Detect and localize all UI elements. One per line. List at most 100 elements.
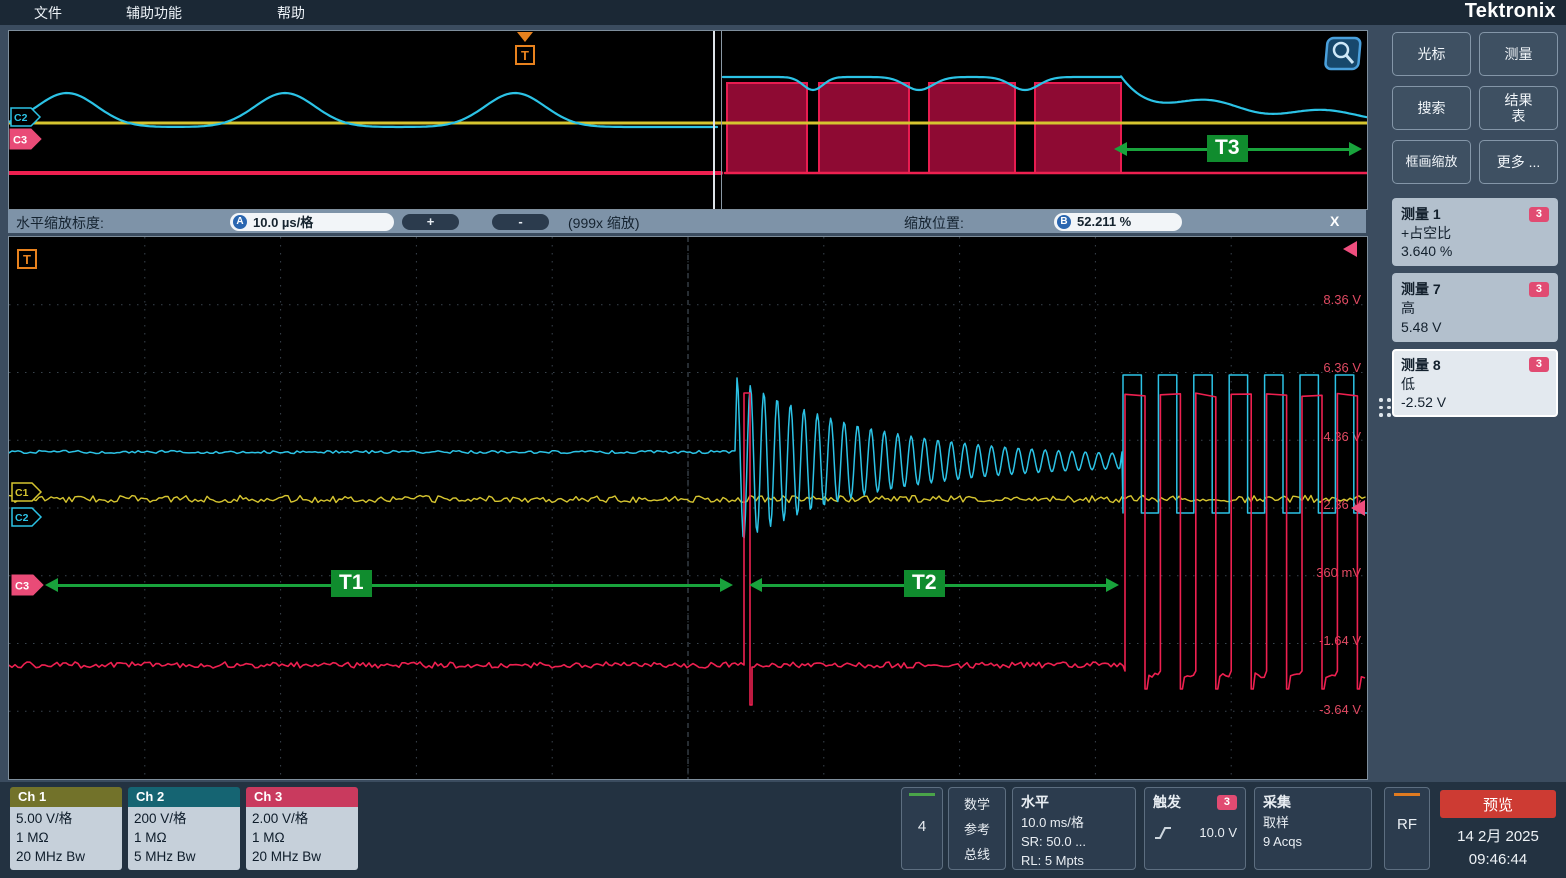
t1-arrowhead-right bbox=[720, 578, 733, 592]
ch2-scale: 200 V/格 bbox=[134, 809, 234, 828]
rf-color-dash bbox=[1394, 793, 1420, 796]
measurement-name: +占空比 bbox=[1401, 224, 1549, 242]
c3-marker-label: C3 bbox=[15, 581, 29, 593]
t1-label: T1 bbox=[331, 570, 372, 597]
horizontal-scale: 10.0 ms/格 bbox=[1021, 814, 1127, 833]
measurement-title: 测量 7 bbox=[1401, 279, 1441, 299]
ch2-bandwidth: 5 MHz Bw bbox=[134, 847, 234, 866]
measure-label: 测量 bbox=[1505, 46, 1533, 62]
channel-badge-ch2[interactable]: Ch 2 200 V/格 1 MΩ 5 MHz Bw bbox=[128, 787, 240, 870]
waveform-display[interactable]: 8.36 V 6.36 V 4.36 V 2.36 V 360 mV -1.64… bbox=[8, 236, 1368, 780]
horizontal-panel[interactable]: 水平 10.0 ms/格 SR: 50.0 ... RL: 5 Mpts bbox=[1012, 787, 1136, 870]
zoom-factor-label: (999x 缩放) bbox=[568, 213, 640, 233]
measurement-card-7[interactable]: 测量 7 3 高 5.48 V bbox=[1392, 273, 1558, 341]
zoom-scale-knob[interactable]: A 10.0 µs/格 bbox=[230, 213, 394, 231]
zoom-control-bar: 水平缩放标度: A 10.0 µs/格 + - (999x 缩放) 缩放位置: … bbox=[8, 210, 1366, 233]
preview-button[interactable]: 预览 bbox=[1440, 790, 1556, 818]
zoom-window-divider-edge bbox=[721, 31, 722, 209]
zoom-out-button[interactable]: - bbox=[492, 214, 549, 230]
menu-item-utility[interactable]: 辅助功能 bbox=[126, 3, 182, 23]
ch4-color-dash bbox=[909, 793, 935, 796]
ch3-position-marker[interactable]: C3 bbox=[11, 574, 45, 596]
ref-label: 参考 bbox=[964, 819, 990, 838]
cursors-label: 光标 bbox=[1418, 46, 1446, 62]
zoom-position-value: 52.211 % bbox=[1077, 214, 1131, 229]
measurement-title: 测量 8 bbox=[1401, 355, 1441, 375]
measurement-value: -2.52 V bbox=[1401, 393, 1549, 411]
channel-badge-ch4[interactable]: 4 bbox=[901, 787, 943, 870]
c3-position-marker[interactable]: C3 bbox=[9, 128, 43, 150]
search-label: 搜索 bbox=[1418, 100, 1446, 116]
measurement-title: 测量 1 bbox=[1401, 204, 1441, 224]
c2-marker-label: C2 bbox=[15, 512, 29, 524]
ch1-bandwidth: 20 MHz Bw bbox=[16, 847, 116, 866]
main-waveforms bbox=[9, 237, 1367, 779]
zoom-close-button[interactable]: X bbox=[1330, 213, 1339, 229]
search-button[interactable]: 搜索 bbox=[1392, 86, 1471, 130]
sample-rate: SR: 50.0 ... bbox=[1021, 833, 1127, 852]
measure-button[interactable]: 测量 bbox=[1479, 32, 1558, 76]
measurement-name: 高 bbox=[1401, 299, 1549, 317]
panel-drag-handle[interactable] bbox=[1379, 398, 1391, 417]
cursors-button[interactable]: 光标 bbox=[1392, 32, 1471, 76]
menu-bar: 文件 辅助功能 帮助 Tektronix bbox=[0, 0, 1566, 25]
dot bbox=[1387, 406, 1391, 410]
acquisition-panel[interactable]: 采集 取样 9 Acqs bbox=[1254, 787, 1372, 870]
measurement-name: 低 bbox=[1401, 375, 1549, 393]
overview-waveforms bbox=[9, 31, 1367, 209]
zoom-position-knob[interactable]: B 52.211 % bbox=[1054, 213, 1182, 231]
channel-badge-ch3[interactable]: Ch 3 2.00 V/格 1 MΩ 20 MHz Bw bbox=[246, 787, 358, 870]
math-ref-bus-button[interactable]: 数学 参考 总线 bbox=[948, 787, 1006, 870]
t1-arrow bbox=[45, 578, 733, 592]
record-length: RL: 5 Mpts bbox=[1021, 852, 1127, 871]
menu-item-help[interactable]: 帮助 bbox=[277, 3, 305, 23]
tektronix-logo: Tektronix bbox=[1465, 0, 1556, 23]
measurement-card-1[interactable]: 测量 1 3 +占空比 3.640 % bbox=[1392, 198, 1558, 266]
ch3-bandwidth: 20 MHz Bw bbox=[252, 847, 352, 866]
acquisition-mode: 取样 bbox=[1263, 814, 1363, 833]
zoom-overview-button[interactable] bbox=[1323, 35, 1365, 73]
zoom-in-button[interactable]: + bbox=[402, 214, 459, 230]
measurement-value: 3.640 % bbox=[1401, 242, 1549, 260]
trigger-indicator[interactable]: T bbox=[17, 249, 37, 269]
box-zoom-label: 框画缩放 bbox=[1405, 155, 1457, 170]
menu-item-file[interactable]: 文件 bbox=[34, 3, 62, 23]
ch3-impedance: 1 MΩ bbox=[252, 828, 352, 847]
dot bbox=[1379, 398, 1383, 402]
waveform-overview-panel[interactable]: T C2 C3 T3 bbox=[8, 30, 1368, 210]
ch3-name: Ch 3 bbox=[246, 787, 358, 807]
rf-label: RF bbox=[1385, 816, 1429, 833]
zoom-scale-label: 水平缩放标度: bbox=[16, 213, 104, 233]
c2-position-marker[interactable]: C2 bbox=[10, 107, 42, 127]
oscilloscope-screen: 文件 辅助功能 帮助 Tektronix T C2 C3 T3 bbox=[0, 0, 1566, 878]
bottom-status-bar: Ch 1 5.00 V/格 1 MΩ 20 MHz Bw Ch 2 200 V/… bbox=[0, 782, 1566, 878]
more-button[interactable]: 更多 ... bbox=[1479, 140, 1558, 184]
ch2-position-marker[interactable]: C2 bbox=[11, 507, 43, 527]
results-table-button[interactable]: 结果表 bbox=[1479, 86, 1558, 130]
measurement-card-8[interactable]: 测量 8 3 低 -2.52 V bbox=[1392, 349, 1558, 417]
source-badge: 3 bbox=[1529, 207, 1549, 222]
trigger-panel[interactable]: 触发 3 10.0 V bbox=[1144, 787, 1246, 870]
trigger-marker-box[interactable]: T bbox=[515, 45, 535, 65]
ch1-name: Ch 1 bbox=[10, 787, 122, 807]
c2-marker-label: C2 bbox=[14, 112, 28, 124]
c1-marker-label: C1 bbox=[15, 487, 29, 499]
trigger-letter: T bbox=[521, 48, 529, 63]
measurement-list: 测量 1 3 +占空比 3.640 % 测量 7 3 高 5.48 V 测量 8… bbox=[1392, 198, 1558, 417]
ch3-scale: 2.00 V/格 bbox=[252, 809, 352, 828]
trigger-level-marker-icon[interactable] bbox=[1351, 500, 1365, 516]
box-zoom-button[interactable]: 框画缩放 bbox=[1392, 140, 1471, 184]
rising-edge-icon bbox=[1153, 825, 1173, 841]
source-badge: 3 bbox=[1529, 282, 1549, 297]
c3-marker-label: C3 bbox=[13, 135, 27, 147]
rf-badge[interactable]: RF bbox=[1384, 787, 1430, 870]
zoom-window-divider[interactable] bbox=[713, 31, 715, 209]
trigger-position-icon[interactable] bbox=[517, 32, 533, 42]
channel-badge-ch1[interactable]: Ch 1 5.00 V/格 1 MΩ 20 MHz Bw bbox=[10, 787, 122, 870]
knob-b-icon: B bbox=[1057, 215, 1071, 229]
t3-arrowhead-right bbox=[1349, 142, 1362, 156]
measurement-value: 5.48 V bbox=[1401, 318, 1549, 336]
ch4-label: 4 bbox=[902, 818, 942, 835]
ch1-position-marker[interactable]: C1 bbox=[11, 482, 43, 502]
math-label: 数学 bbox=[964, 794, 990, 813]
